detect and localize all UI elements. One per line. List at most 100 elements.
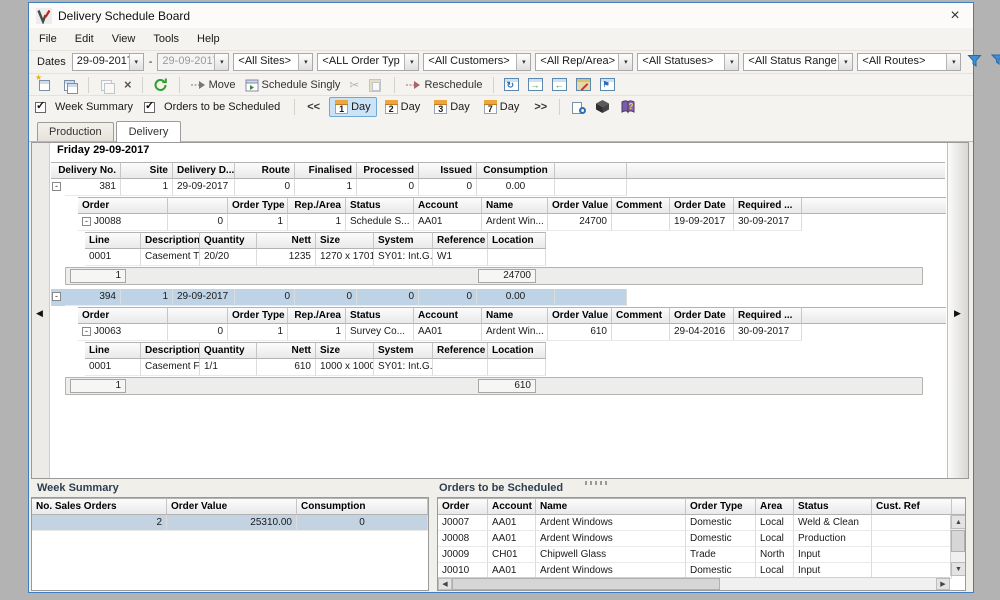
column-header[interactable]: Reference [433, 342, 488, 359]
delivery-row[interactable]: -394129-09-201700000.00 [51, 289, 945, 306]
day-button-2[interactable]: 2Day [379, 97, 427, 117]
order-row[interactable]: -J0063011Survey Co...AA01Ardent Win...61… [78, 324, 946, 341]
column-header[interactable]: Order Value [548, 197, 612, 214]
column-header[interactable]: Size [316, 232, 374, 249]
column-header[interactable]: Order Value [548, 307, 612, 324]
orders-row[interactable]: J0008AA01Ardent WindowsDomesticLocalProd… [438, 531, 965, 547]
delivery-row[interactable]: -381129-09-201701000.00 [51, 179, 945, 196]
column-header[interactable]: Location [488, 342, 546, 359]
collapse-icon[interactable]: - [52, 182, 61, 191]
column-header[interactable]: System [374, 342, 433, 359]
scroll-right-icon[interactable]: ▶ [954, 308, 961, 319]
horizontal-scroll-thumb[interactable] [452, 578, 720, 590]
column-header[interactable]: Nett [257, 232, 316, 249]
column-header[interactable]: Size [316, 342, 374, 359]
properties-button[interactable]: ⚑ [598, 77, 617, 92]
column-header[interactable]: Description [141, 342, 200, 359]
orders-row[interactable]: J0009CH01Chipwell GlassTradeNorthInput [438, 547, 965, 563]
column-header[interactable]: Description [141, 232, 200, 249]
close-button[interactable]: × [944, 8, 966, 24]
column-header[interactable]: Line [85, 232, 141, 249]
column-header[interactable]: Line [85, 342, 141, 359]
column-header[interactable]: Rep./Area [288, 307, 346, 324]
dropdown-arrow-icon[interactable]: ▾ [129, 54, 143, 70]
column-header[interactable] [555, 162, 627, 179]
horizontal-scroll-track[interactable] [720, 578, 936, 590]
dropdown-arrow-icon[interactable]: ▾ [618, 54, 632, 70]
line-row[interactable]: 0001Casement F...1/16101000 x 1000SY01: … [85, 359, 546, 376]
order-row[interactable]: -J0088011Schedule S...AA01Ardent Win...2… [78, 214, 946, 231]
scroll-right-icon[interactable]: ▶ [936, 578, 950, 590]
column-header[interactable]: Order Type [228, 197, 288, 214]
column-header[interactable]: Route [235, 162, 295, 179]
dropdown-arrow-icon[interactable]: ▾ [404, 54, 418, 70]
column-header[interactable]: Consumption [477, 162, 555, 179]
column-header[interactable]: Order [78, 197, 168, 214]
day-button-7[interactable]: 7Day [478, 97, 526, 117]
column-header[interactable]: Comment [612, 197, 670, 214]
column-header[interactable]: Comment [612, 307, 670, 324]
scroll-left-icon[interactable]: ◀ [36, 308, 43, 319]
column-header[interactable]: Order Type [228, 307, 288, 324]
apply-filter-button[interactable] [965, 53, 985, 71]
column-header[interactable]: Order Date [670, 307, 734, 324]
column-header[interactable]: Account [414, 197, 482, 214]
column-header[interactable]: Order Date [670, 197, 734, 214]
collapse-icon[interactable]: - [82, 217, 91, 226]
column-header[interactable]: Consumption [297, 498, 428, 515]
column-header[interactable]: Name [536, 498, 686, 515]
week-summary-checkbox[interactable]: ✓ [35, 102, 46, 113]
column-header[interactable]: Status [346, 307, 414, 324]
copy-button[interactable] [97, 76, 117, 94]
next-period-button[interactable]: >> [530, 101, 551, 113]
delete-button[interactable]: × [122, 77, 134, 93]
column-header[interactable]: Order [78, 307, 168, 324]
column-header[interactable]: Nett [257, 342, 316, 359]
column-header[interactable]: Order Value [167, 498, 297, 515]
scroll-down-icon[interactable]: ▼ [951, 562, 966, 576]
date-from-combo[interactable]: 29-09-2017 ▾ [72, 53, 144, 71]
paste-button[interactable] [366, 76, 386, 94]
day-button-3[interactable]: 3Day [428, 97, 476, 117]
new-schedule-button[interactable]: ★ [35, 76, 55, 94]
import-button[interactable]: ← [550, 77, 569, 92]
dropdown-arrow-icon[interactable]: ▾ [724, 54, 738, 70]
menu-tools[interactable]: Tools [153, 31, 189, 47]
refresh-button[interactable] [151, 76, 171, 94]
column-header[interactable] [168, 197, 228, 214]
column-header[interactable]: Name [482, 197, 548, 214]
filter-combo-4[interactable]: <All Statuses>▾ [637, 53, 739, 71]
filter-combo-1[interactable]: <ALL Order Typ▾ [317, 53, 419, 71]
column-header[interactable]: Rep./Area [288, 197, 346, 214]
menu-file[interactable]: File [39, 31, 67, 47]
menu-view[interactable]: View [112, 31, 146, 47]
orders-row[interactable]: J0007AA01Ardent WindowsDomesticLocalWeld… [438, 515, 965, 531]
column-header[interactable]: Status [794, 498, 872, 515]
collapse-icon[interactable]: - [52, 292, 61, 301]
print-preview-button[interactable] [568, 98, 588, 116]
column-header[interactable]: Processed [357, 162, 419, 179]
reschedule-button[interactable]: Reschedule [403, 78, 484, 92]
day-button-1[interactable]: 1Day [329, 97, 377, 117]
filter-combo-5[interactable]: <All Status Range▾ [743, 53, 853, 71]
column-header[interactable]: Quantity [200, 342, 257, 359]
collapse-icon[interactable]: - [82, 327, 91, 336]
previous-period-button[interactable]: << [303, 101, 324, 113]
vertical-scroll-thumb[interactable] [951, 530, 965, 552]
board-view-button[interactable]: ↻ [502, 77, 521, 92]
filter-combo-0[interactable]: <All Sites>▾ [233, 53, 313, 71]
column-header[interactable]: Quantity [200, 232, 257, 249]
cube-report-button[interactable] [593, 98, 613, 116]
horizontal-scrollbar[interactable]: ◀ ▶ [438, 577, 950, 590]
dropdown-arrow-icon[interactable]: ▾ [946, 54, 960, 70]
column-header[interactable]: Account [488, 498, 536, 515]
column-header[interactable]: Order Type [686, 498, 756, 515]
schedule-singly-button[interactable]: Schedule Singly [243, 77, 343, 93]
vertical-scrollbar[interactable]: ▲ ▼ [950, 515, 965, 576]
export-button[interactable]: → [526, 77, 545, 92]
filter-combo-6[interactable]: <All Routes>▾ [857, 53, 961, 71]
column-header[interactable]: Order [438, 498, 488, 515]
dropdown-arrow-icon[interactable]: ▾ [516, 54, 530, 70]
scroll-left-icon[interactable]: ◀ [438, 578, 452, 590]
dropdown-arrow-icon[interactable]: ▾ [298, 54, 312, 70]
